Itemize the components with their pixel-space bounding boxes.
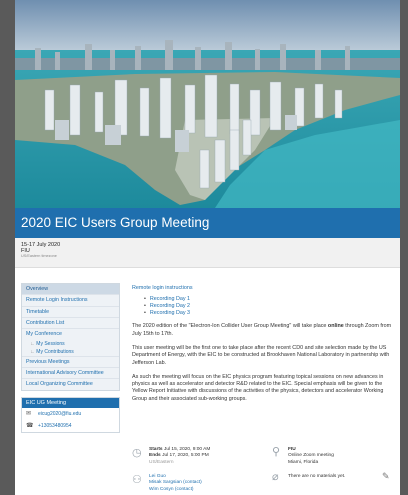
sidebar-item-my-conference[interactable]: My Conference — [22, 329, 119, 339]
event-info: 15-17 July 2020 FIU US/Eastern timezone — [15, 238, 400, 268]
sidebar-item-previous-meetings[interactable]: Previous Meetings — [22, 357, 119, 369]
ends-label: Ends — [149, 453, 161, 459]
sidebar-item-remote-login[interactable]: Remote Login Instructions — [22, 295, 119, 307]
clock-icon: ◷ — [132, 447, 142, 459]
sidebar-menu: Overview Remote Login Instructions Timet… — [21, 283, 120, 391]
chair-2[interactable]: Misak Sargsian (contact) — [149, 480, 202, 486]
starts-label: Starts — [149, 447, 163, 452]
time-zone: US/Eastern — [149, 459, 174, 465]
main-content: Remote login instructions Recording Day … — [132, 285, 394, 410]
recording-day-3-link[interactable]: Recording Day 3 — [144, 310, 394, 317]
event-time: Starts Jul 15, 2020, 9:00 AM Ends Jul 17… — [149, 447, 210, 466]
sidebar-item-timetable[interactable]: Timetable — [22, 307, 119, 319]
intro-text-a: The 2020 edition of the "Electron-Ion Co… — [132, 323, 328, 330]
envelope-icon: ✉ — [26, 411, 32, 418]
venue-line-2: Online Zoom meeting — [288, 453, 334, 459]
remote-login-link[interactable]: Remote login instructions — [132, 285, 193, 291]
chairpersons: Lei Guo Misak Sargsian (contact) Wim Cos… — [149, 474, 202, 493]
sidebar-item-overview[interactable]: Overview — [22, 284, 119, 296]
contact-phone-row[interactable]: ☎ +13053480954 — [22, 420, 119, 432]
venue-line-3: Miami, Florida — [288, 459, 319, 465]
sub-arrow-icon: ∟ — [30, 348, 35, 355]
contact-email-row[interactable]: ✉ eicug2020@fiu.edu — [22, 408, 119, 420]
event-title-bar: 2020 EIC Users Group Meeting — [15, 208, 400, 238]
chairperson-icon: ⚇ — [132, 474, 142, 486]
recording-day-2-link[interactable]: Recording Day 2 — [144, 303, 394, 310]
intro-online: online — [327, 323, 344, 330]
materials-note: There are no materials yet. — [288, 474, 346, 479]
contact-email[interactable]: eicug2020@fiu.edu — [38, 411, 81, 417]
event-timezone: US/Eastern timezone — [21, 254, 57, 258]
venue: FIU Online Zoom meeting Miami, Florida — [288, 447, 334, 466]
paperclip-icon: ⌀ — [272, 471, 279, 483]
sidebar-item-advisory-committee[interactable]: International Advisory Committee — [22, 368, 119, 380]
contact-title: EIC UG Meeting — [22, 397, 119, 408]
venue-name: FIU — [288, 447, 296, 452]
sidebar-subitem-my-sessions[interactable]: ∟ My Sessions — [22, 340, 119, 348]
sidebar-subitem-label: My Sessions — [36, 340, 65, 347]
sidebar-subitem-my-contributions[interactable]: ∟ My Contributions — [22, 348, 119, 357]
sidebar-subitem-label: My Contributions — [36, 348, 74, 355]
event-details: ◷ Starts Jul 15, 2020, 9:00 AM Ends Jul … — [132, 446, 394, 495]
recordings-list: Recording Day 1 Recording Day 2 Recordin… — [144, 296, 394, 317]
meeting-paragraph: This user meeting will be the first one … — [132, 344, 390, 366]
chair-3[interactable]: Wim Cosyn (contact) — [149, 487, 202, 493]
location-pin-icon: ⚲ — [272, 446, 281, 458]
sidebar-item-organizing-committee[interactable]: Local Organizing Committee — [22, 379, 119, 389]
contact-box: EIC UG Meeting ✉ eicug2020@fiu.edu ☎ +13… — [21, 396, 120, 433]
starts-value: Jul 15, 2020, 9:00 AM — [162, 447, 211, 452]
sub-arrow-icon: ∟ — [30, 340, 35, 347]
contact-phone[interactable]: +13053480954 — [38, 423, 72, 429]
ends-value: Jul 17, 2020, 5:00 PM — [160, 453, 209, 459]
event-page: 2020 EIC Users Group Meeting 15-17 July … — [15, 0, 400, 495]
banner-image — [15, 0, 400, 208]
phone-icon: ☎ — [26, 423, 34, 430]
focus-paragraph: As such the meeting will focus on the EI… — [132, 373, 384, 402]
page-title: 2020 EIC Users Group Meeting — [21, 215, 210, 230]
pencil-edit-icon[interactable]: ✎ — [382, 471, 390, 482]
recording-day-1-link[interactable]: Recording Day 1 — [144, 296, 394, 303]
sidebar-item-contribution-list[interactable]: Contribution List — [22, 318, 119, 330]
sidebar: Overview Remote Login Instructions Timet… — [21, 283, 120, 433]
intro-paragraph: The 2020 edition of the "Electron-Ion Co… — [132, 323, 394, 338]
